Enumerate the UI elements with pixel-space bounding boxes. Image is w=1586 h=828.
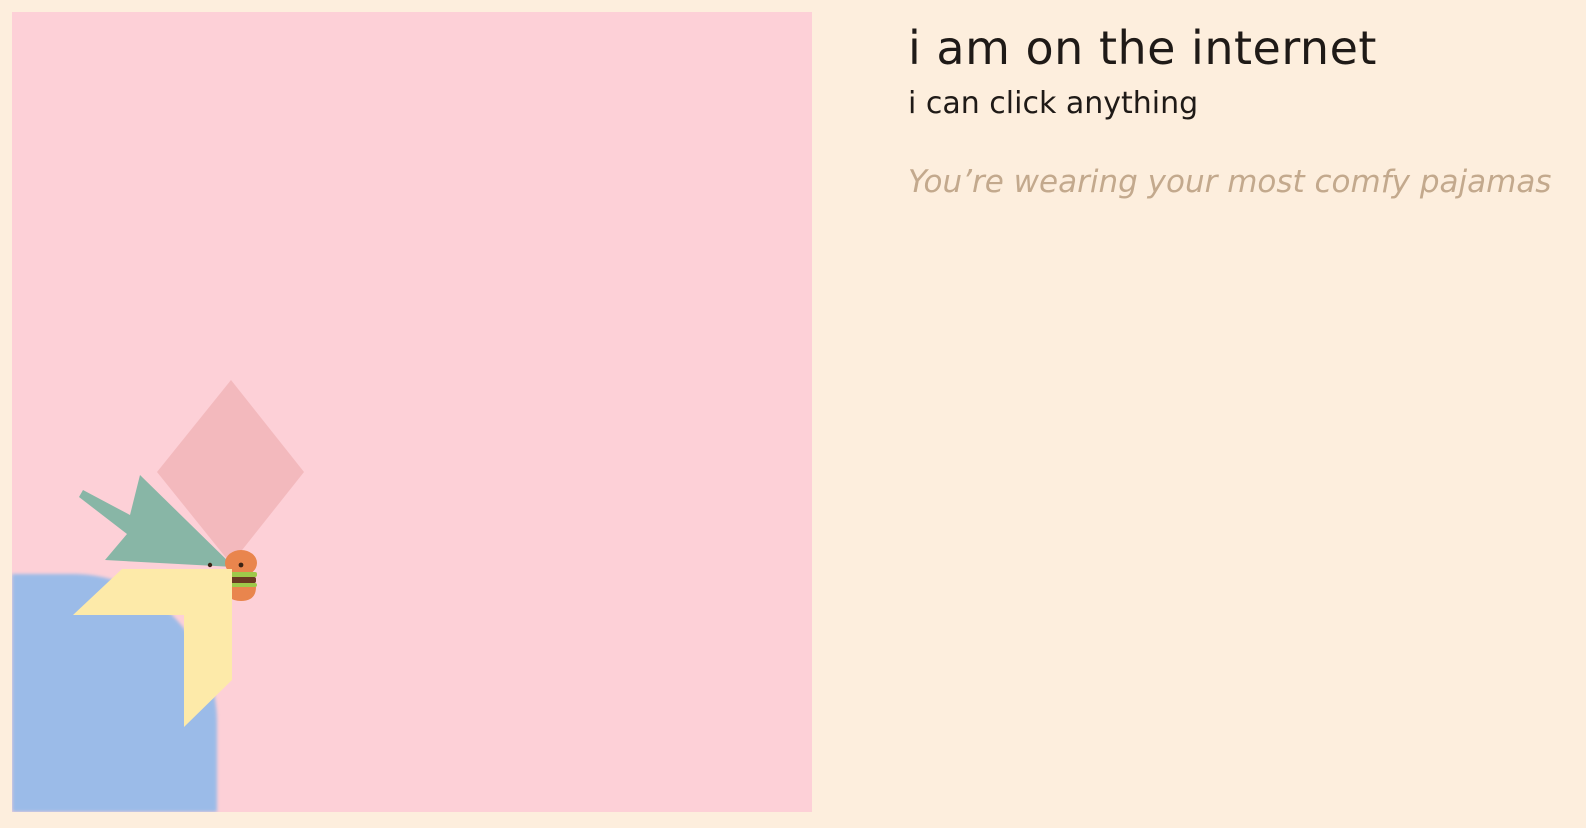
drawing-canvas[interactable] (12, 12, 812, 812)
page-subtitle: i can click anything (908, 86, 1199, 121)
page-title: i am on the internet (908, 21, 1377, 75)
text-panel: i am on the internet i can click anythin… (908, 20, 1578, 202)
mood-caption: You’re wearing your most comfy pajamas (908, 164, 1552, 200)
canvas-svg (12, 380, 304, 812)
